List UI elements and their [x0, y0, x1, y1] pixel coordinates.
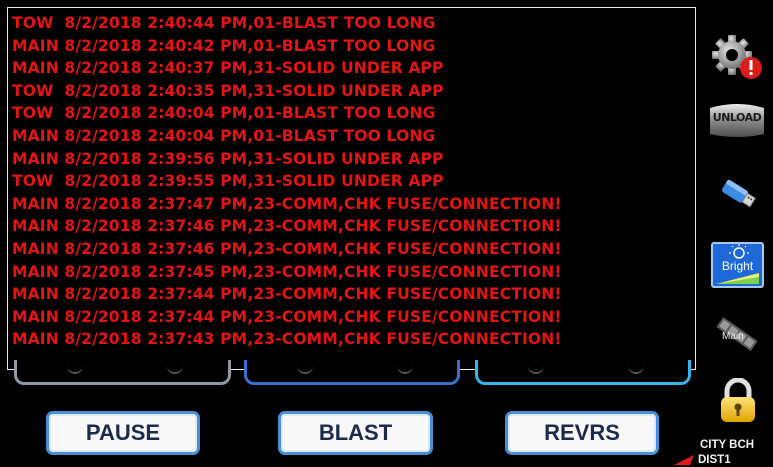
brightness-button[interactable]: Bright — [711, 242, 764, 288]
unload-label: UNLOAD — [712, 111, 762, 124]
bright-label: Bright — [721, 259, 754, 273]
district-label: DIST1 — [698, 454, 731, 466]
right-knob-outline — [475, 360, 691, 385]
padlock-icon — [721, 377, 755, 422]
log-line: MAIN 8/2/2018 2:37:44 PM,23-COMM,CHK FUS… — [12, 285, 562, 304]
log-line: TOW 8/2/2018 2:39:55 PM,31-SOLID UNDER A… — [12, 172, 444, 191]
pause-button[interactable]: PAUSE — [46, 411, 200, 455]
log-line: MAIN 8/2/2018 2:37:45 PM,23-COMM,CHK FUS… — [12, 262, 562, 281]
log-line: TOW 8/2/2018 2:40:35 PM,31-SOLID UNDER A… — [12, 81, 444, 100]
revrs-button[interactable]: REVRS — [505, 411, 659, 455]
settings-alert-button[interactable] — [708, 33, 764, 81]
log-line: MAIN 8/2/2018 2:39:56 PM,31-SOLID UNDER … — [12, 149, 444, 168]
log-line: MAIN 8/2/2018 2:37:43 PM,23-COMM,CHK FUS… — [12, 330, 562, 349]
log-line: MAIN 8/2/2018 2:37:46 PM,23-COMM,CHK FUS… — [12, 217, 562, 236]
main-button[interactable]: Main — [712, 312, 762, 356]
alarm-log-panel[interactable]: TOW 8/2/2018 2:40:44 PM,01-BLAST TOO LON… — [7, 7, 696, 370]
main-label: Main — [722, 331, 744, 342]
unload-button[interactable]: UNLOAD — [708, 100, 766, 140]
location-label: CITY BCH — [700, 439, 755, 451]
gear-alert-icon — [712, 35, 762, 79]
log-line: TOW 8/2/2018 2:40:04 PM,01-BLAST TOO LON… — [12, 104, 436, 123]
lock-button[interactable] — [718, 377, 758, 424]
blast-button[interactable]: BLAST — [278, 411, 433, 455]
log-line: MAIN 8/2/2018 2:37:47 PM,23-COMM,CHK FUS… — [12, 194, 562, 213]
center-knob-outline — [244, 360, 460, 385]
log-line: MAIN 8/2/2018 2:37:44 PM,23-COMM,CHK FUS… — [12, 307, 562, 326]
log-line: MAIN 8/2/2018 2:40:37 PM,31-SOLID UNDER … — [12, 59, 444, 78]
usb-drive-icon — [722, 179, 756, 208]
log-line: MAIN 8/2/2018 2:40:42 PM,01-BLAST TOO LO… — [12, 36, 436, 55]
usb-button[interactable] — [718, 174, 760, 214]
log-line: TOW 8/2/2018 2:40:44 PM,01-BLAST TOO LON… — [12, 14, 436, 32]
log-line: MAIN 8/2/2018 2:40:04 PM,01-BLAST TOO LO… — [12, 126, 436, 145]
log-line: MAIN 8/2/2018 2:37:46 PM,23-COMM,CHK FUS… — [12, 239, 562, 258]
left-knob-outline — [14, 360, 231, 385]
red-arrow-icon — [674, 455, 694, 465]
